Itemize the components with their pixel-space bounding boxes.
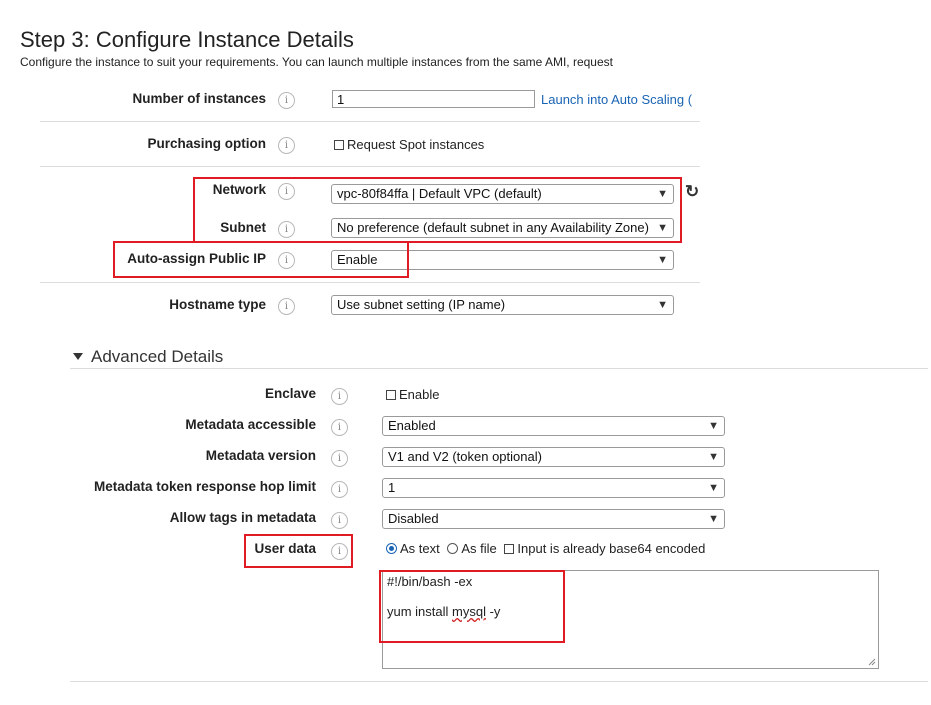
divider — [40, 166, 700, 167]
refresh-icon[interactable]: ↻ — [685, 182, 699, 202]
base64-checkbox[interactable]: Input is already base64 encoded — [504, 541, 705, 556]
dropdown-arrow-icon: ▼ — [708, 420, 719, 432]
request-spot-checkbox[interactable]: Request Spot instances — [334, 137, 484, 152]
dropdown-arrow-icon: ▼ — [657, 299, 668, 311]
launch-auto-scaling-link[interactable]: Launch into Auto Scaling ( — [541, 92, 700, 107]
allow-tags-value: Disabled — [388, 511, 439, 526]
page-title: Step 3: Configure Instance Details — [20, 27, 354, 52]
info-icon[interactable]: i — [331, 512, 348, 529]
triangle-down-icon — [73, 353, 83, 360]
as-file-label: As file — [461, 541, 497, 556]
hostname-type-value: Use subnet setting (IP name) — [337, 297, 506, 312]
request-spot-label: Request Spot instances — [347, 137, 485, 152]
dropdown-arrow-icon: ▼ — [708, 451, 719, 463]
metadata-version-label: Metadata version — [205, 448, 316, 463]
metadata-accessible-select[interactable]: Enabled ▼ — [382, 416, 725, 436]
allow-tags-select[interactable]: Disabled ▼ — [382, 509, 725, 529]
resize-grip-icon[interactable] — [868, 658, 876, 666]
annotation-box-user-data-script — [379, 570, 565, 643]
hop-limit-select[interactable]: 1 ▼ — [382, 478, 725, 498]
as-text-radio[interactable]: As text — [386, 541, 440, 556]
hop-limit-label: Metadata token response hop limit — [93, 479, 316, 494]
metadata-accessible-value: Enabled — [388, 418, 436, 433]
annotation-box-auto-assign-ip — [113, 241, 409, 278]
radio-selected[interactable] — [386, 543, 397, 554]
annotation-box-user-data-label — [244, 534, 353, 568]
enclave-checkbox[interactable]: Enable — [386, 387, 439, 402]
divider — [40, 282, 700, 283]
divider — [40, 121, 700, 122]
page-subtitle: Configure the instance to suit your requ… — [20, 55, 613, 69]
enclave-checkbox-label: Enable — [399, 387, 440, 402]
dropdown-arrow-icon: ▼ — [708, 513, 719, 525]
info-icon[interactable]: i — [331, 450, 348, 467]
as-file-radio[interactable]: As file — [447, 541, 497, 556]
checkbox-box[interactable] — [334, 140, 344, 150]
info-icon[interactable]: i — [278, 298, 295, 315]
num-instances-label: Number of instances — [132, 91, 266, 106]
advanced-details-title: Advanced Details — [91, 347, 224, 366]
info-icon[interactable]: i — [331, 481, 348, 498]
checkbox-box[interactable] — [504, 544, 515, 554]
info-icon[interactable]: i — [278, 92, 295, 109]
info-icon[interactable]: i — [331, 419, 348, 436]
num-instances-input[interactable]: 1 — [332, 90, 535, 108]
divider — [70, 368, 928, 369]
dropdown-arrow-icon: ▼ — [708, 482, 719, 494]
enclave-label: Enclave — [264, 386, 316, 401]
allow-tags-label: Allow tags in metadata — [169, 510, 316, 525]
purchasing-option-label: Purchasing option — [147, 136, 266, 151]
hostname-type-label: Hostname type — [169, 297, 266, 312]
base64-label: Input is already base64 encoded — [517, 541, 706, 556]
info-icon[interactable]: i — [278, 137, 295, 154]
divider — [70, 681, 928, 682]
hop-limit-value: 1 — [388, 480, 396, 495]
dropdown-arrow-icon: ▼ — [657, 254, 668, 266]
as-text-label: As text — [400, 541, 440, 556]
advanced-details-toggle[interactable]: Advanced Details — [73, 347, 223, 367]
metadata-version-select[interactable]: V1 and V2 (token optional) ▼ — [382, 447, 725, 467]
info-icon[interactable]: i — [331, 388, 348, 405]
metadata-accessible-label: Metadata accessible — [185, 417, 316, 432]
user-data-options: As text As file Input is already base64 … — [386, 541, 705, 556]
hostname-type-select[interactable]: Use subnet setting (IP name) ▼ — [331, 295, 674, 315]
checkbox-box[interactable] — [386, 390, 396, 400]
annotation-box-network-subnet — [193, 177, 682, 243]
radio-unselected[interactable] — [447, 543, 459, 554]
metadata-version-value: V1 and V2 (token optional) — [388, 449, 542, 464]
